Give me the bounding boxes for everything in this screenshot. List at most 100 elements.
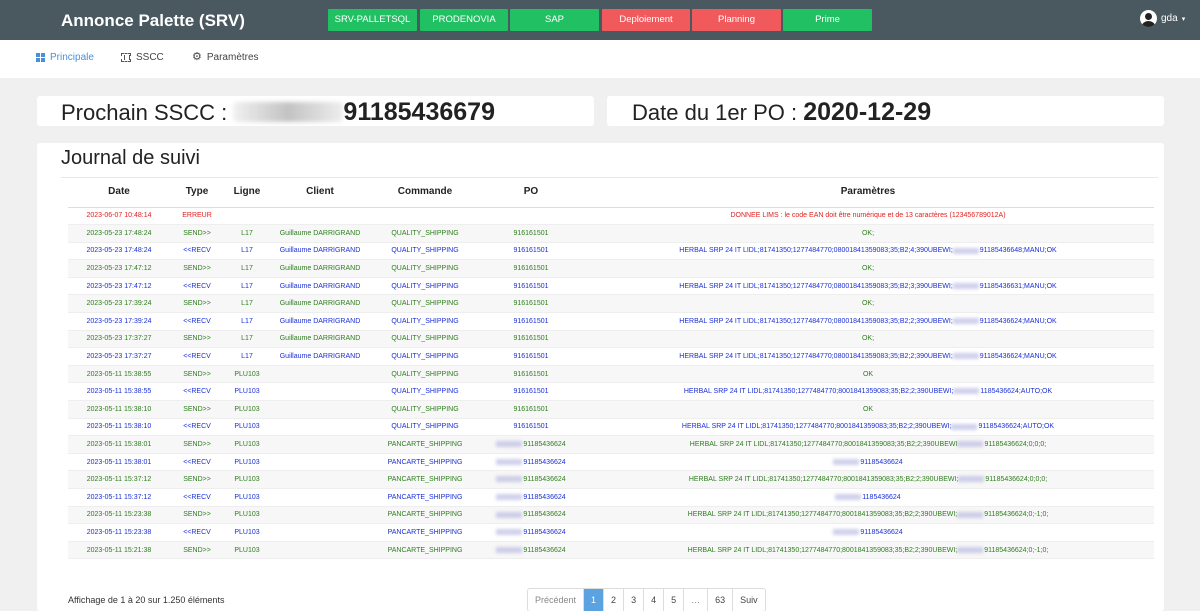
table-row[interactable]: 2023-05-23 17:37:27 SEND>> L17 Guillaume DA… <box>68 330 1154 349</box>
table-row[interactable]: 2023-05-11 15:23:38 <<RECV PLU103 PANCARTE_… <box>68 523 1154 542</box>
next-page-button[interactable]: Suiv <box>732 589 765 611</box>
params-suffix: 1185436624 <box>862 493 901 501</box>
nav-item-principale[interactable]: Principale <box>36 52 94 63</box>
env-button[interactable]: SAP <box>510 9 599 31</box>
cell-ligne: PLU103 <box>224 470 270 489</box>
cell-po: 91185436624 <box>480 541 582 560</box>
grid-icon <box>36 53 45 62</box>
page-button[interactable]: 1 <box>583 589 604 611</box>
user-menu[interactable]: gda ▾ <box>1140 10 1185 27</box>
previous-page-button[interactable]: Précédent <box>528 589 583 611</box>
env-button[interactable]: Deploiement <box>602 9 690 31</box>
column-header[interactable]: Date <box>68 184 170 208</box>
cell-type: ERREUR <box>170 207 224 226</box>
table-row[interactable]: 2023-05-11 15:23:38 SEND>> PLU103 PANCARTE_… <box>68 506 1154 525</box>
page-button[interactable]: 3 <box>623 589 643 611</box>
po-value: 91185436624 <box>523 546 566 554</box>
column-header[interactable]: Client <box>270 184 370 208</box>
cell-commande: QUALITY_SHIPPING <box>370 365 480 384</box>
cell-ligne: PLU103 <box>224 365 270 384</box>
po-value: 916161501 <box>513 300 549 308</box>
page-button[interactable]: 63 <box>707 589 732 611</box>
column-header[interactable]: Type <box>170 184 224 208</box>
gear-icon: ⚙ <box>192 51 202 63</box>
cell-po: 916161501 <box>480 365 582 384</box>
cell-client <box>270 400 370 419</box>
table-row[interactable]: 2023-05-23 17:39:24 SEND>> L17 Guillaume DA… <box>68 294 1154 314</box>
env-button[interactable]: Planning <box>692 9 781 31</box>
params-prefix: HERBAL SRP 24 IT LIDL;81741350;127748477… <box>679 317 953 325</box>
sub-navigation: Principale SSCC ⚙ Paramètres <box>0 40 1200 78</box>
cell-ligne: PLU103 <box>224 400 270 419</box>
redacted-block <box>496 493 523 500</box>
cell-date: 2023-05-23 17:48:24 <box>68 242 170 261</box>
cell-commande: PANCARTE_SHIPPING <box>370 470 480 489</box>
cell-commande: PANCARTE_SHIPPING <box>370 488 480 507</box>
params-prefix: OK <box>862 370 874 378</box>
cell-date: 2023-06-07 10:48:14 <box>68 207 170 226</box>
nav-item-sscc[interactable]: SSCC <box>121 52 164 63</box>
po-value: 916161501 <box>513 388 549 396</box>
cell-po: 91185436624 <box>480 506 582 525</box>
cell-type: <<RECV <box>170 277 224 296</box>
po-label: Date du 1er PO : <box>632 100 798 125</box>
table-row[interactable]: 2023-05-11 15:38:10 SEND>> PLU103 QUALITY_S… <box>68 400 1154 419</box>
cell-client: Guillaume DARRIGRAND <box>270 242 370 261</box>
nav-item-parametres[interactable]: ⚙ Paramètres <box>192 51 259 64</box>
env-button[interactable]: SRV-PALLETSQL <box>328 9 417 31</box>
table-row[interactable]: 2023-05-11 15:37:12 SEND>> PLU103 PANCARTE_… <box>68 470 1154 489</box>
cell-date: 2023-05-11 15:21:38 <box>68 541 170 560</box>
cell-date: 2023-05-23 17:47:12 <box>68 259 170 278</box>
column-header[interactable]: Commande <box>370 184 480 208</box>
cell-po: 916161501 <box>480 382 582 402</box>
table-row[interactable]: 2023-05-11 15:38:10 <<RECV PLU103 QUALITY_S… <box>68 418 1154 437</box>
cell-commande: PANCARTE_SHIPPING <box>370 523 480 542</box>
divider <box>61 177 1158 178</box>
params-prefix: HERBAL SRP 24 IT LIDL;81741350;127748477… <box>679 282 953 290</box>
table-row[interactable]: 2023-05-11 15:37:12 <<RECV PLU103 PANCARTE_… <box>68 488 1154 507</box>
page-button[interactable]: 2 <box>603 589 623 611</box>
cell-date: 2023-05-11 15:23:38 <box>68 506 170 525</box>
table-row[interactable]: 2023-06-07 10:48:14 ERREUR DONNEE LIMS : l… <box>68 207 1154 226</box>
cell-ligne: PLU103 <box>224 541 270 560</box>
page-button[interactable]: 5 <box>663 589 683 611</box>
cell-parametres: HERBAL SRP 24 IT LIDL;81741350;127748477… <box>582 541 1154 560</box>
params-prefix: OK; <box>861 335 875 343</box>
column-header[interactable]: PO <box>480 184 582 208</box>
table-row[interactable]: 2023-05-11 15:21:38 SEND>> PLU103 PANCARTE_… <box>68 541 1154 560</box>
table-row[interactable]: 2023-05-23 17:39:24 <<RECV L17 Guillaume DA… <box>68 312 1154 331</box>
cell-commande: PANCARTE_SHIPPING <box>370 506 480 525</box>
app-title: Annonce Palette (SRV) <box>61 11 245 30</box>
table-row[interactable]: 2023-05-23 17:37:27 <<RECV L17 Guillaume DA… <box>68 347 1154 366</box>
redacted-block <box>957 546 984 553</box>
sscc-value: 91185436679 <box>343 98 495 126</box>
cell-date: 2023-05-11 15:23:38 <box>68 523 170 542</box>
table-row[interactable]: 2023-05-11 15:38:01 SEND>> PLU103 PANCARTE_… <box>68 435 1154 454</box>
env-button[interactable]: PRODENOVIA <box>420 9 508 31</box>
journal-title: Journal de suivi <box>61 147 200 169</box>
cell-date: 2023-05-23 17:39:24 <box>68 294 170 314</box>
cell-po: 91185436624 <box>480 453 582 472</box>
params-text: DONNEE LIMS : le code EAN doit être numé… <box>730 212 1006 220</box>
po-value: 91185436624 <box>523 458 566 466</box>
cell-commande: QUALITY_SHIPPING <box>370 224 480 243</box>
column-header[interactable]: Paramètres <box>582 184 1154 208</box>
env-button[interactable]: Prime <box>783 9 872 31</box>
cell-commande: QUALITY_SHIPPING <box>370 242 480 261</box>
cell-type: <<RECV <box>170 347 224 366</box>
next-sscc-card: Prochain SSCC : 91185436679 <box>37 96 594 126</box>
column-header[interactable]: Ligne <box>224 184 270 208</box>
table-row[interactable]: 2023-05-23 17:47:12 <<RECV L17 Guillaume DA… <box>68 277 1154 296</box>
page-button[interactable]: 4 <box>643 589 663 611</box>
table-row[interactable]: 2023-05-23 17:48:24 SEND>> L17 Guillaume DA… <box>68 224 1154 243</box>
cell-po: 91185436624 <box>480 435 582 454</box>
cell-parametres: HERBAL SRP 24 IT LIDL;81741350;127748477… <box>582 470 1154 489</box>
table-row[interactable]: 2023-05-11 15:38:01 <<RECV PLU103 PANCARTE_… <box>68 453 1154 472</box>
cell-client: Guillaume DARRIGRAND <box>270 294 370 314</box>
table-row[interactable]: 2023-05-23 17:47:12 SEND>> L17 Guillaume DA… <box>68 259 1154 278</box>
cell-parametres: HERBAL SRP 24 IT LIDL;81741350;127748477… <box>582 435 1154 454</box>
table-row[interactable]: 2023-05-11 15:38:55 SEND>> PLU103 QUALITY_S… <box>68 365 1154 384</box>
table-row[interactable]: 2023-05-23 17:48:24 <<RECV L17 Guillaume DA… <box>68 242 1154 261</box>
cell-commande: QUALITY_SHIPPING <box>370 382 480 402</box>
table-row[interactable]: 2023-05-11 15:38:55 <<RECV PLU103 QUALITY_S… <box>68 382 1154 402</box>
